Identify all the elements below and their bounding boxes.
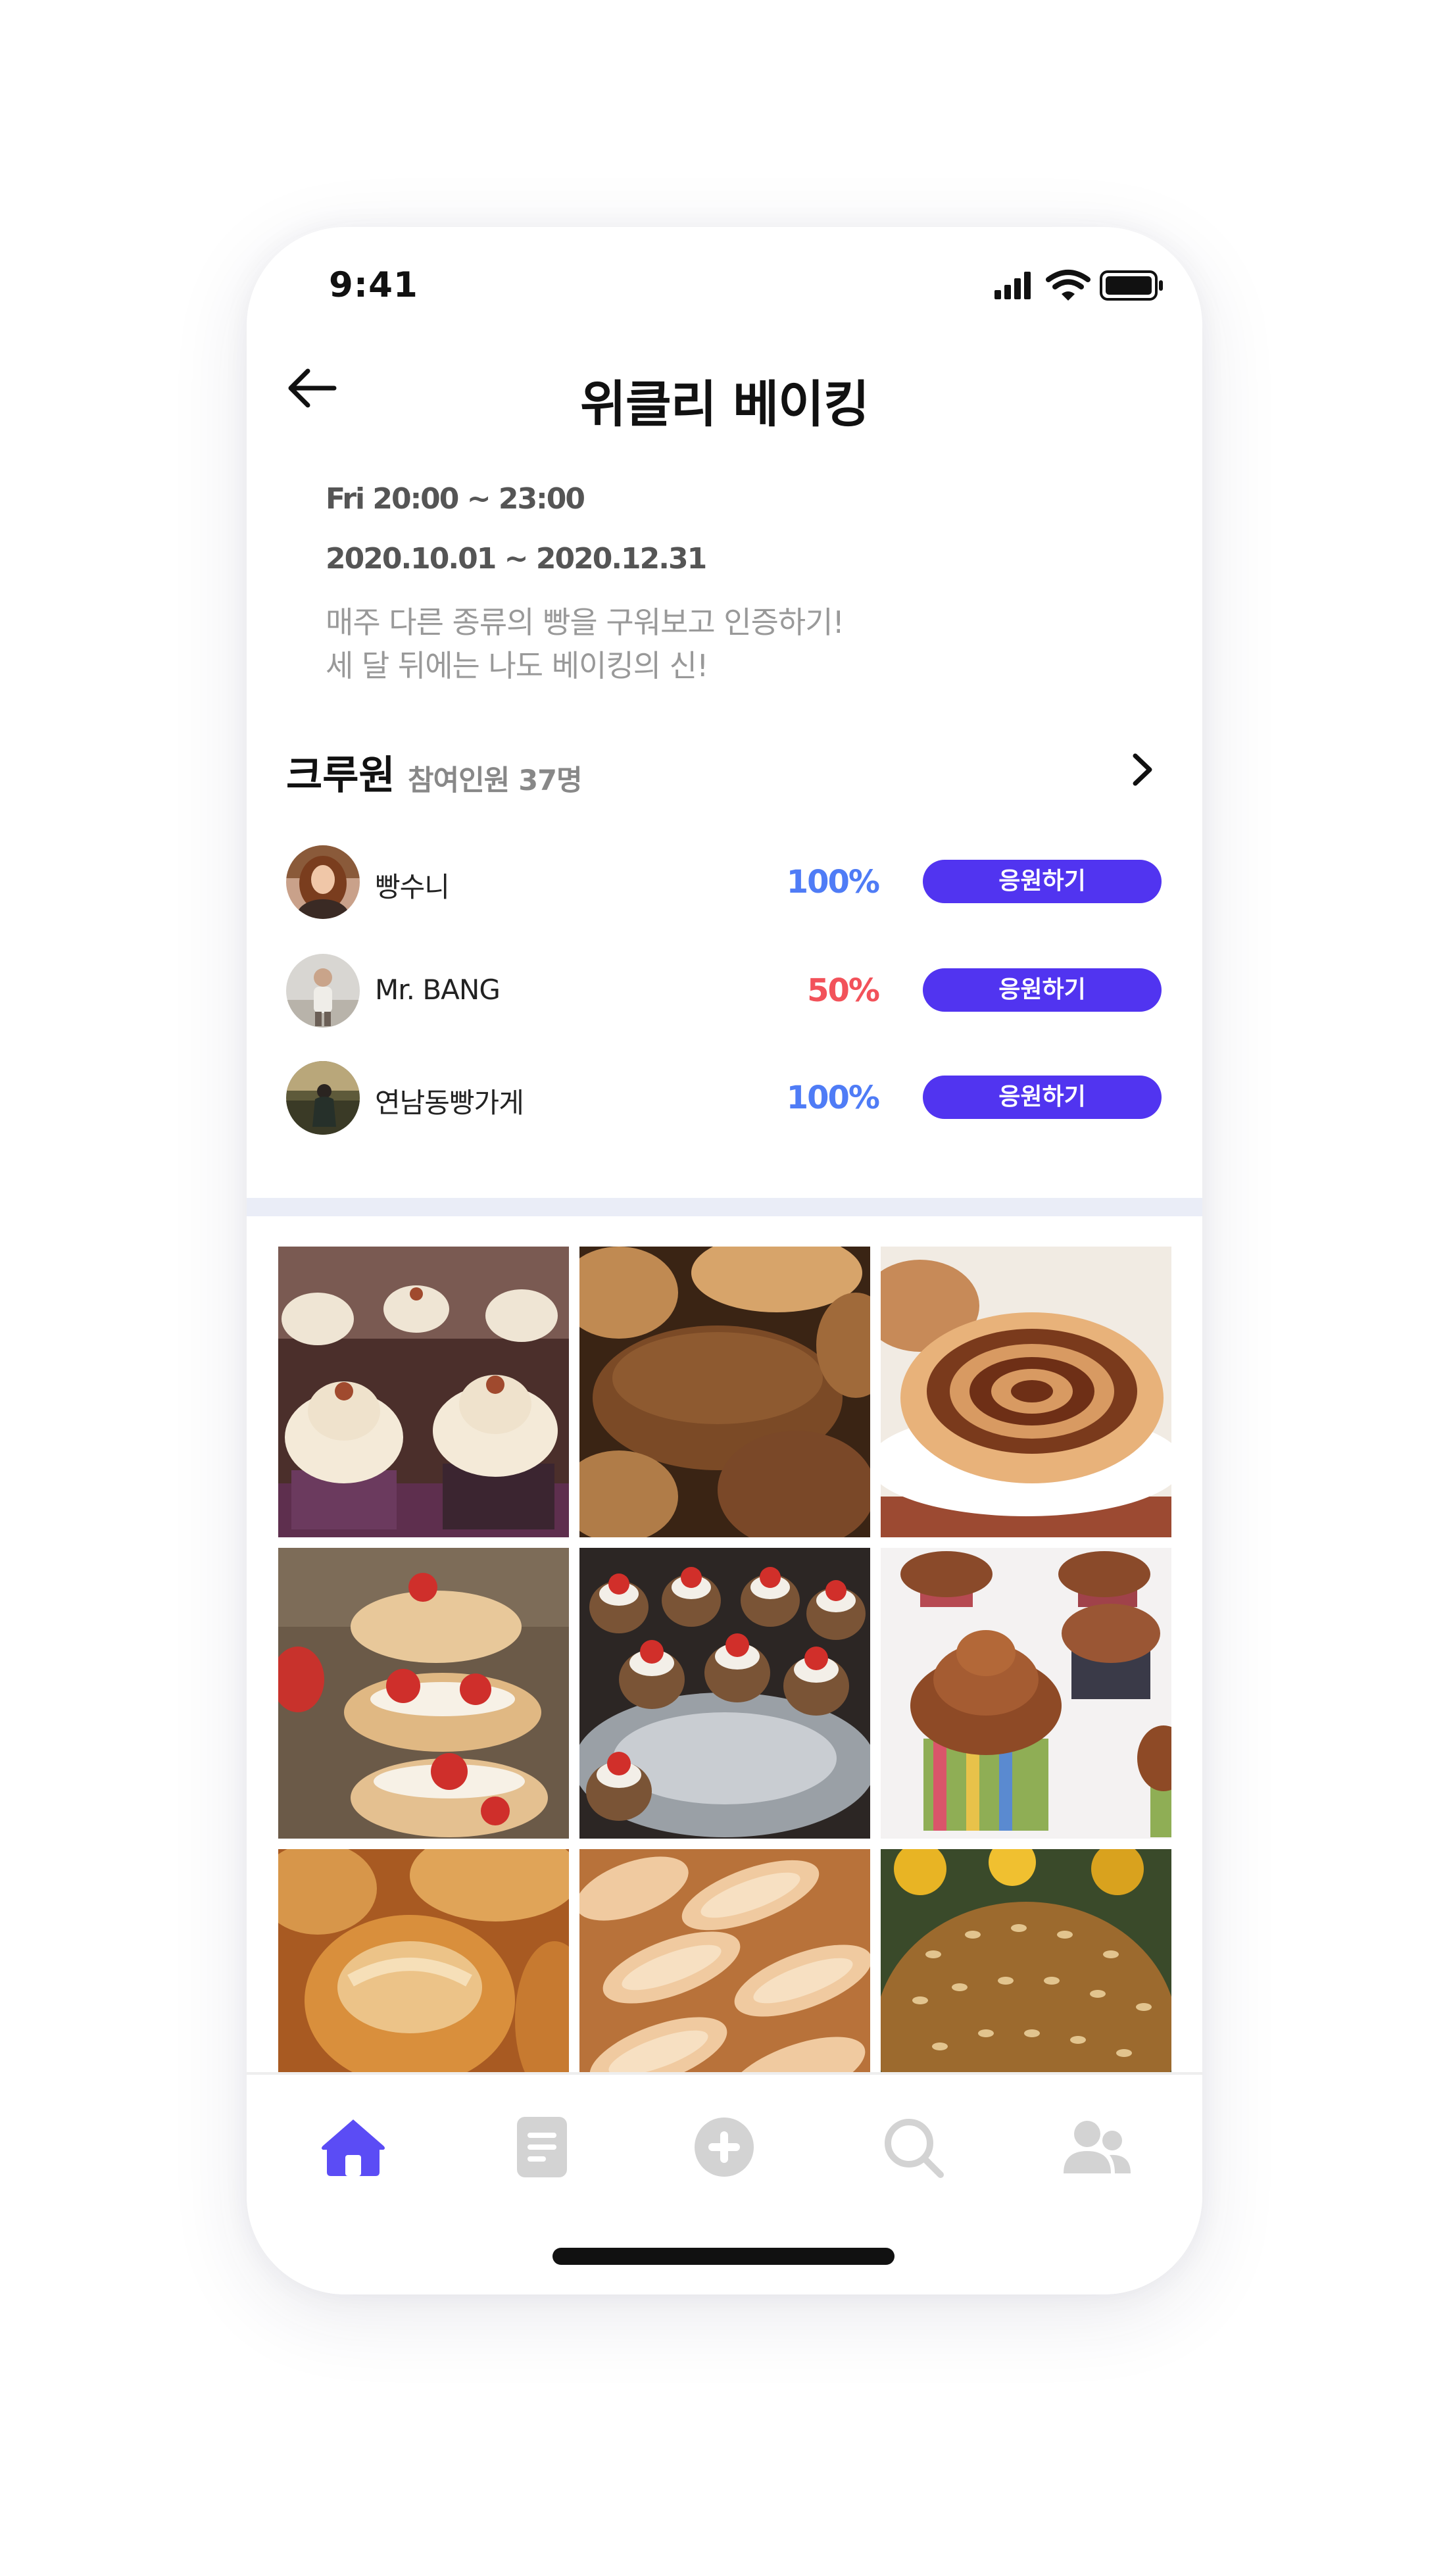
description: 매주 다른 종류의 빵을 구워보고 인증하기! 세 달 뒤에는 나도 베이킹의 … — [326, 601, 845, 687]
people-icon — [1064, 2121, 1131, 2173]
battery-icon — [1100, 270, 1163, 301]
status-icons — [994, 270, 1163, 301]
cheer-button[interactable]: 응원하기 — [923, 968, 1162, 1012]
gallery-photo[interactable] — [278, 1548, 569, 1839]
gallery-photo[interactable] — [278, 1849, 569, 2108]
challenge-info: Fri 20:00 ~ 23:00 2020.10.01 ~ 2020.12.3… — [326, 482, 845, 687]
cupcakes-cream-icon — [278, 1247, 569, 1537]
crew-count: 참여인원 37명 — [408, 764, 583, 797]
member-progress: 50% — [807, 972, 880, 1009]
home-icon — [322, 2119, 385, 2176]
signal-icon — [994, 272, 1031, 299]
status-time: 9:41 — [329, 265, 418, 305]
plus-circle-icon — [695, 2118, 754, 2177]
period-text: 2020.10.01 ~ 2020.12.31 — [326, 542, 707, 576]
phone-frame: 9:41 위클리 베이킹 Fri 20:00 ~ 23:00 2020.10.0… — [247, 227, 1202, 2294]
crew-member-row: 연남동빵가게 100% 응원하기 — [286, 1061, 1162, 1137]
schedule-text: Fri 20:00 ~ 23:00 — [326, 482, 585, 516]
cheer-button[interactable]: 응원하기 — [923, 1076, 1162, 1119]
sliced-bread-icon — [579, 1849, 870, 2108]
gallery-photo[interactable] — [278, 1247, 569, 1537]
member-progress: 100% — [786, 864, 880, 901]
avatar[interactable] — [286, 845, 360, 919]
avatar[interactable] — [286, 954, 360, 1028]
crew-member-row: Mr. BANG 50% 응원하기 — [286, 954, 1162, 1029]
gallery-photo[interactable] — [579, 1849, 870, 2108]
description-line: 세 달 뒤에는 나도 베이킹의 신! — [326, 648, 708, 683]
gallery-photo[interactable] — [881, 1548, 1171, 1839]
section-divider — [247, 1198, 1202, 1216]
member-name: 빵수니 — [375, 871, 450, 903]
baguette-rolls-icon — [278, 1849, 569, 2108]
photo-gallery — [278, 1247, 1171, 2108]
description-line: 매주 다른 종류의 빵을 구워보고 인증하기! — [326, 605, 845, 640]
gallery-photo[interactable] — [881, 1849, 1171, 2108]
wifi-icon — [1046, 270, 1091, 301]
tab-feed[interactable] — [503, 2108, 581, 2187]
crew-title: 크루원 — [286, 753, 395, 799]
crew-header[interactable]: 크루원 참여인원 37명 — [286, 743, 1163, 803]
crew-member-row: 빵수니 100% 응원하기 — [286, 845, 1162, 921]
chevron-right-icon — [1133, 753, 1152, 786]
strawberry-tarts-icon — [579, 1548, 870, 1839]
cinnamon-roll-icon — [881, 1247, 1171, 1537]
member-name: Mr. BANG — [375, 974, 501, 1006]
strawberry-eclair-icon — [278, 1548, 569, 1839]
gallery-photo[interactable] — [881, 1247, 1171, 1537]
member-name: 연남동빵가게 — [375, 1087, 524, 1119]
chocolate-cupcakes-icon — [881, 1548, 1171, 1839]
rye-bread-icon — [579, 1247, 870, 1537]
tab-home[interactable] — [314, 2108, 393, 2187]
page-title: 위클리 베이킹 — [580, 375, 870, 433]
seed-bread-icon — [881, 1849, 1171, 2108]
gallery-photo[interactable] — [579, 1548, 870, 1839]
tab-crew[interactable] — [1057, 2108, 1136, 2187]
tab-search[interactable] — [873, 2108, 952, 2187]
member-progress: 100% — [786, 1079, 880, 1116]
tab-create[interactable] — [685, 2108, 764, 2187]
avatar[interactable] — [286, 1061, 360, 1135]
document-icon — [517, 2117, 567, 2177]
cheer-button[interactable]: 응원하기 — [923, 860, 1162, 903]
gallery-photo[interactable] — [579, 1247, 870, 1537]
search-icon — [885, 2119, 944, 2178]
home-indicator[interactable] — [552, 2248, 895, 2265]
